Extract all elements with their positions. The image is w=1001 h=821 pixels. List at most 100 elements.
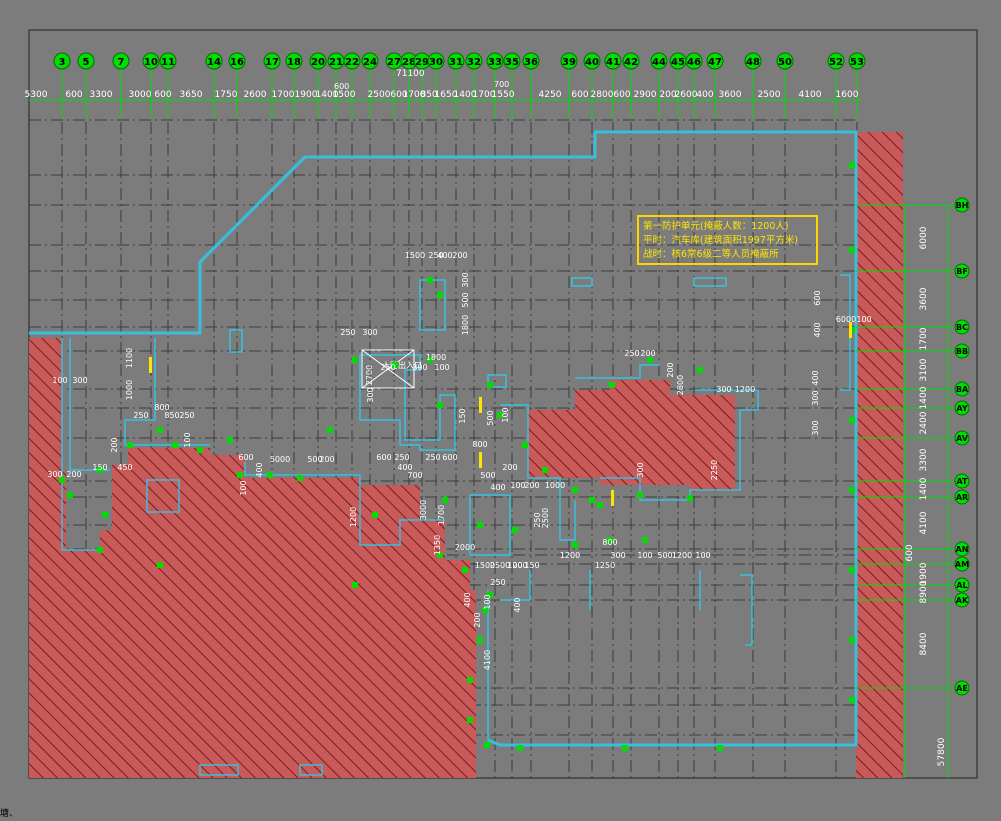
axis-label-48: 48 [746,57,760,68]
axis-label-50: 50 [778,57,792,68]
top-dim: 600 [613,90,630,100]
right-dim: 57800 [937,737,947,766]
inner-dim: 100 [483,594,492,609]
inner-dim: 300 [47,470,62,479]
inner-dim: 100 [501,407,510,422]
axis-label-29: 29 [415,57,429,68]
inner-dim: 250 [380,363,395,372]
green-marker [227,437,233,443]
axis-label-11: 11 [161,57,175,68]
inner-dim: 500 [461,292,470,307]
axis-label-24: 24 [363,57,377,68]
shelter-info-note: 第一防护单元(掩蔽人数：1200人) 平时：汽车库(建筑面积1997平方米) 战… [637,215,818,265]
axis-label-AN: AN [956,545,969,554]
inner-dim: 400 [437,251,452,260]
inner-dim: 3000 [419,500,428,520]
green-marker [849,487,855,493]
axis-label-3: 3 [59,57,66,68]
green-marker [849,162,855,168]
right-dim: 8400 [919,632,929,655]
inner-dim: 600 [442,453,457,462]
green-marker [352,582,358,588]
inner-dim: 500 [480,471,495,480]
top-dim: 2500 [758,90,781,100]
axis-label-33: 33 [488,57,502,68]
inner-dim: 300 [461,272,470,287]
top-dim-total: 71100 [396,69,425,79]
yellow-marker [479,397,482,413]
axis-label-52: 52 [829,57,843,68]
inner-dim: 850 [164,411,179,420]
green-marker [442,497,448,503]
axis-label-AM: AM [955,560,969,569]
right-dim: 3600 [919,287,929,310]
green-marker [597,502,603,508]
axis-label-16: 16 [230,57,244,68]
axis-label-35: 35 [505,57,519,68]
inner-dim: 1200 [560,551,580,560]
inner-dim: 100 [695,551,710,560]
inner-dim: 150 [458,408,467,423]
inner-dim: 1500 [405,251,425,260]
inner-dim: 300 [366,387,375,402]
inner-dim: 600 [813,290,822,305]
top-dim: 3600 [719,90,742,100]
axis-label-46: 46 [687,57,701,68]
green-marker [467,677,473,683]
green-marker [462,567,468,573]
inner-dim: 2500 [541,508,550,528]
green-marker [372,512,378,518]
top-dim: 1500 [333,90,356,100]
inner-dim: 400 [490,483,505,492]
inner-dim: 250 [425,453,440,462]
inner-dim: 200 [452,251,467,260]
right-dimension-column: 6000360017003100140024003300140041006001… [905,226,947,766]
inner-dim: 300 [811,420,820,435]
green-marker [717,745,723,751]
right-dim: 1400 [919,477,929,500]
green-marker [127,442,133,448]
green-marker [467,717,473,723]
green-marker [512,527,518,533]
inner-dim: 200 [66,470,81,479]
note-line-1: 第一防护单元(掩蔽人数：1200人) [643,221,789,232]
green-marker [327,427,333,433]
top-dim: 400 [696,90,713,100]
right-dim: 6000 [919,226,929,249]
inner-dim: 800 [602,538,617,547]
axis-label-BC: BC [956,323,968,332]
inner-dim: 400 [811,370,820,385]
green-marker [849,637,855,643]
green-marker [267,472,273,478]
green-marker [237,472,243,478]
right-dim: 2400 [919,411,929,434]
axis-label-32: 32 [467,57,481,68]
green-marker [849,417,855,423]
top-dim: 1750 [215,90,238,100]
axis-label-44: 44 [652,57,666,68]
inner-dim: 5000 [270,455,290,464]
inner-dim: 600 [238,453,253,462]
green-marker [437,292,443,298]
top-dim-700: 700 [494,80,509,89]
green-marker [609,382,615,388]
green-marker [484,742,490,748]
green-marker [687,495,693,501]
green-marker [297,475,303,481]
inner-dim: 100 [52,376,67,385]
top-dimension-row: 5300 600 3300 3000 600 3650 1750 2600 1700 190014… [25,90,859,100]
green-marker [197,447,203,453]
axis-label-AY: AY [956,404,967,413]
floor-plan-drawing: 人防出入口 3 5 7 10 11 14 16 17 18 20 21 22 24 27 28 29 30 31 3… [25,29,978,779]
green-marker [697,367,703,373]
green-marker [642,537,648,543]
inner-dim: 100 [239,480,248,495]
inner-dim: 250 [490,578,505,587]
inner-dim: 600 [376,453,391,462]
axis-label-BF: BF [956,267,968,276]
inner-dim: 150 [524,561,539,570]
top-dim: 2600 [244,90,267,100]
green-marker [477,522,483,528]
inner-dim: 400 [255,462,264,477]
axis-label-31: 31 [449,57,463,68]
